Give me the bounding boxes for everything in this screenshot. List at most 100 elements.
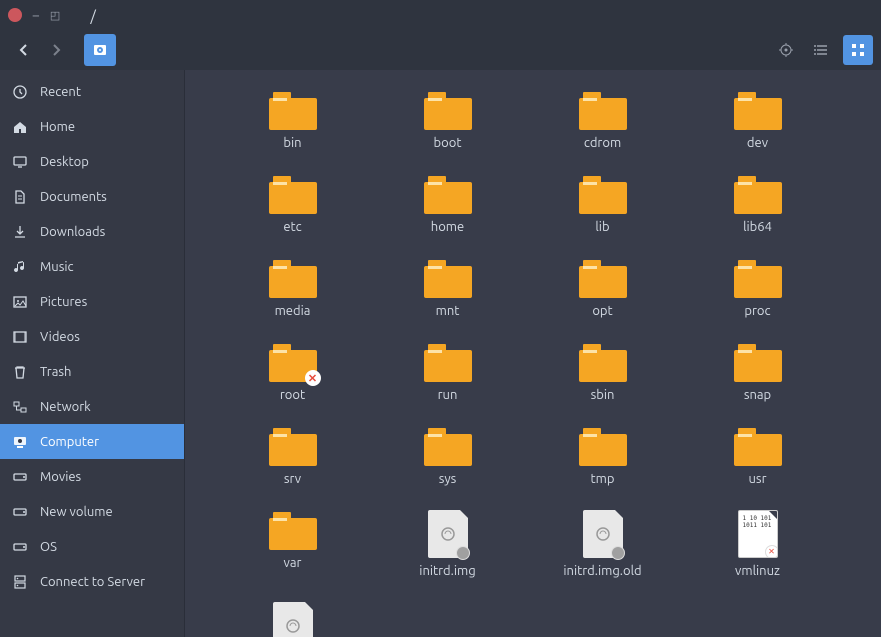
list-icon [814,42,830,58]
file-label: initrd.img.old [563,564,641,578]
file-item[interactable]: 1 10 101 1011 101vmlinuz [680,510,835,578]
video-icon [12,329,28,345]
sidebar-item-desktop[interactable]: Desktop [0,144,184,179]
file-item[interactable]: initrd.img [370,510,525,578]
sidebar-item-label: Documents [40,190,107,204]
file-label: lib [595,220,609,234]
folder-icon [734,174,782,214]
file-item[interactable]: bin [215,90,370,150]
window-maximize-button[interactable]: ◰ [50,9,60,22]
folder-icon [424,426,472,466]
forward-button[interactable] [40,34,72,66]
folder-icon [734,426,782,466]
sidebar-item-trash[interactable]: Trash [0,354,184,389]
file-item[interactable]: run [370,342,525,402]
file-item[interactable]: root [215,342,370,402]
file-item[interactable]: var [215,510,370,578]
grid-view-button[interactable] [843,35,873,65]
path-root-chip[interactable] [84,34,116,66]
folder-icon [424,258,472,298]
location-button[interactable] [771,35,801,65]
file-label: dev [747,136,768,150]
sidebar-item-label: Home [40,120,75,134]
sidebar-item-computer[interactable]: Computer [0,424,184,459]
file-label: media [275,304,311,318]
chevron-left-icon [16,42,32,58]
binary-file-icon: 1 10 101 1011 101 [738,510,778,558]
file-label: sys [439,472,457,486]
file-item[interactable]: srv [215,426,370,486]
file-item[interactable]: lib [525,174,680,234]
sidebar-item-os[interactable]: OS [0,529,184,564]
back-button[interactable] [8,34,40,66]
target-icon [778,42,794,58]
file-item[interactable]: cdrom [525,90,680,150]
file-item[interactable]: mnt [370,258,525,318]
file-item[interactable]: boot [370,90,525,150]
file-item[interactable]: sys [370,426,525,486]
sidebar-item-documents[interactable]: Documents [0,179,184,214]
file-item[interactable]: tmp [525,426,680,486]
sidebar-item-newvolume[interactable]: New volume [0,494,184,529]
file-label: proc [744,304,770,318]
titlebar: − ◰ / [0,0,881,30]
folder-icon [734,258,782,298]
sidebar-item-home[interactable]: Home [0,109,184,144]
sidebar-item-network[interactable]: Network [0,389,184,424]
window-close-button[interactable] [8,8,22,22]
file-label: sbin [591,388,615,402]
sidebar-item-label: Downloads [40,225,105,239]
file-label: run [438,388,458,402]
sidebar-item-label: Videos [40,330,80,344]
file-label: tmp [591,472,615,486]
sidebar-item-pictures[interactable]: Pictures [0,284,184,319]
file-label: bin [283,136,301,150]
sidebar-item-movies[interactable]: Movies [0,459,184,494]
sidebar-item-connect[interactable]: Connect to Server [0,564,184,599]
sidebar-item-label: Music [40,260,74,274]
sidebar: Recent Home Desktop Documents Downloads Music… [0,70,185,637]
link-badge-icon [456,546,470,560]
file-item[interactable]: vmlinuz.old [215,602,370,637]
document-file-icon [273,602,313,637]
sidebar-item-music[interactable]: Music [0,249,184,284]
folder-icon [269,258,317,298]
file-item[interactable]: dev [680,90,835,150]
folder-icon [269,426,317,466]
folder-icon [579,426,627,466]
folder-icon [269,342,317,382]
file-label: opt [592,304,612,318]
sidebar-item-label: OS [40,540,57,554]
file-item[interactable]: media [215,258,370,318]
sidebar-item-recent[interactable]: Recent [0,74,184,109]
content-pane[interactable]: bin bootcdrom dev etc home lib lib64 media mnt op… [185,70,881,637]
file-item[interactable]: initrd.img.old [525,510,680,578]
file-label: root [280,388,305,402]
file-item[interactable]: usr [680,426,835,486]
file-icon [12,189,28,205]
folder-icon [579,258,627,298]
file-label: lib64 [743,220,772,234]
grid-icon [850,42,866,58]
file-item[interactable]: opt [525,258,680,318]
file-label: snap [744,388,771,402]
file-label: usr [749,472,767,486]
file-item[interactable]: lib64 [680,174,835,234]
folder-icon [269,90,317,130]
download-icon [12,224,28,240]
file-item[interactable]: sbin [525,342,680,402]
drive-icon [12,504,28,520]
sidebar-item-videos[interactable]: Videos [0,319,184,354]
sidebar-item-label: Computer [40,435,99,449]
file-item[interactable]: home [370,174,525,234]
file-item[interactable]: etc [215,174,370,234]
folder-icon [579,342,627,382]
window-minimize-button[interactable]: − [32,7,40,23]
monitor-icon [12,154,28,170]
file-label: home [431,220,464,234]
sidebar-item-downloads[interactable]: Downloads [0,214,184,249]
folder-icon [424,90,472,130]
list-view-button[interactable] [807,35,837,65]
file-item[interactable]: snap [680,342,835,402]
file-item[interactable]: proc [680,258,835,318]
